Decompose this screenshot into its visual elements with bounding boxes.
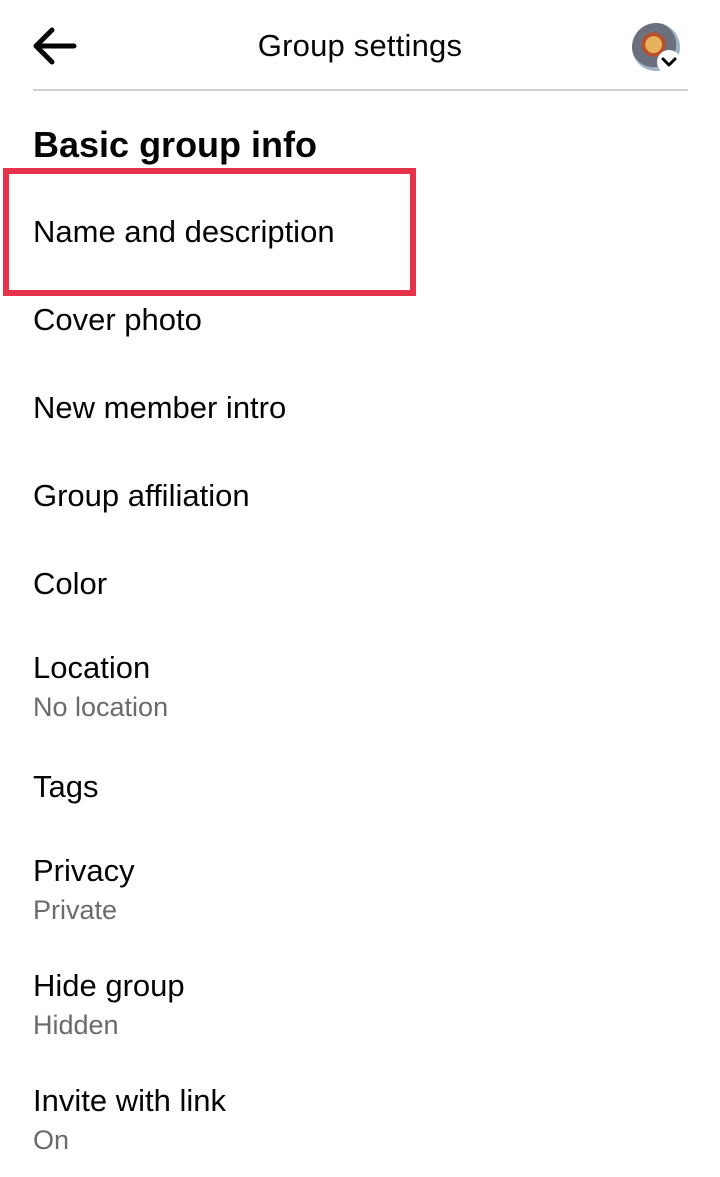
item-value: Private <box>33 895 118 925</box>
settings-item-tags[interactable]: Tags <box>33 769 98 805</box>
settings-item-name-and-description[interactable]: Name and description <box>33 214 335 250</box>
item-label: Color <box>33 566 108 601</box>
item-label: Privacy <box>33 853 135 888</box>
settings-item-group-affiliation[interactable]: Group affiliation <box>33 478 250 514</box>
settings-item-new-member-intro[interactable]: New member intro <box>33 390 286 426</box>
settings-item-color[interactable]: Color <box>33 566 107 602</box>
settings-item-location[interactable]: Location No location <box>33 650 168 723</box>
item-value: Hidden <box>33 1010 119 1040</box>
section-title: Basic group info <box>33 124 318 165</box>
settings-item-invite-with-link[interactable]: Invite with link On <box>33 1083 226 1156</box>
item-label: Name and description <box>33 214 335 249</box>
item-label: Tags <box>33 769 99 804</box>
item-label: Cover photo <box>33 302 202 337</box>
item-label: Location <box>33 650 151 685</box>
item-label: New member intro <box>33 390 287 425</box>
item-label: Hide group <box>33 968 185 1003</box>
account-switcher-badge[interactable] <box>657 50 681 74</box>
settings-item-cover-photo[interactable]: Cover photo <box>33 302 202 338</box>
item-value: No location <box>33 692 169 722</box>
item-label: Group affiliation <box>33 478 250 513</box>
page-title: Group settings <box>257 28 463 63</box>
top-app-bar: Group settings <box>0 0 720 90</box>
item-value: On <box>33 1125 70 1155</box>
settings-item-privacy[interactable]: Privacy Private <box>33 853 135 926</box>
header-divider <box>33 89 688 91</box>
chevron-down-icon <box>661 57 677 67</box>
item-label: Invite with link <box>33 1083 226 1118</box>
settings-item-hide-group[interactable]: Hide group Hidden <box>33 968 185 1041</box>
